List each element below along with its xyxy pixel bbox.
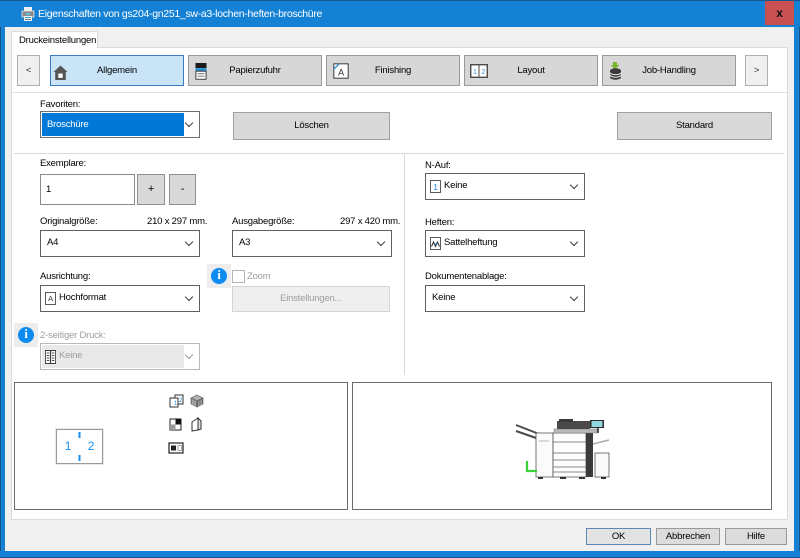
svg-text:2: 2: [481, 69, 485, 76]
svg-text:1: 1: [473, 69, 477, 76]
svg-text:A: A: [338, 68, 344, 78]
